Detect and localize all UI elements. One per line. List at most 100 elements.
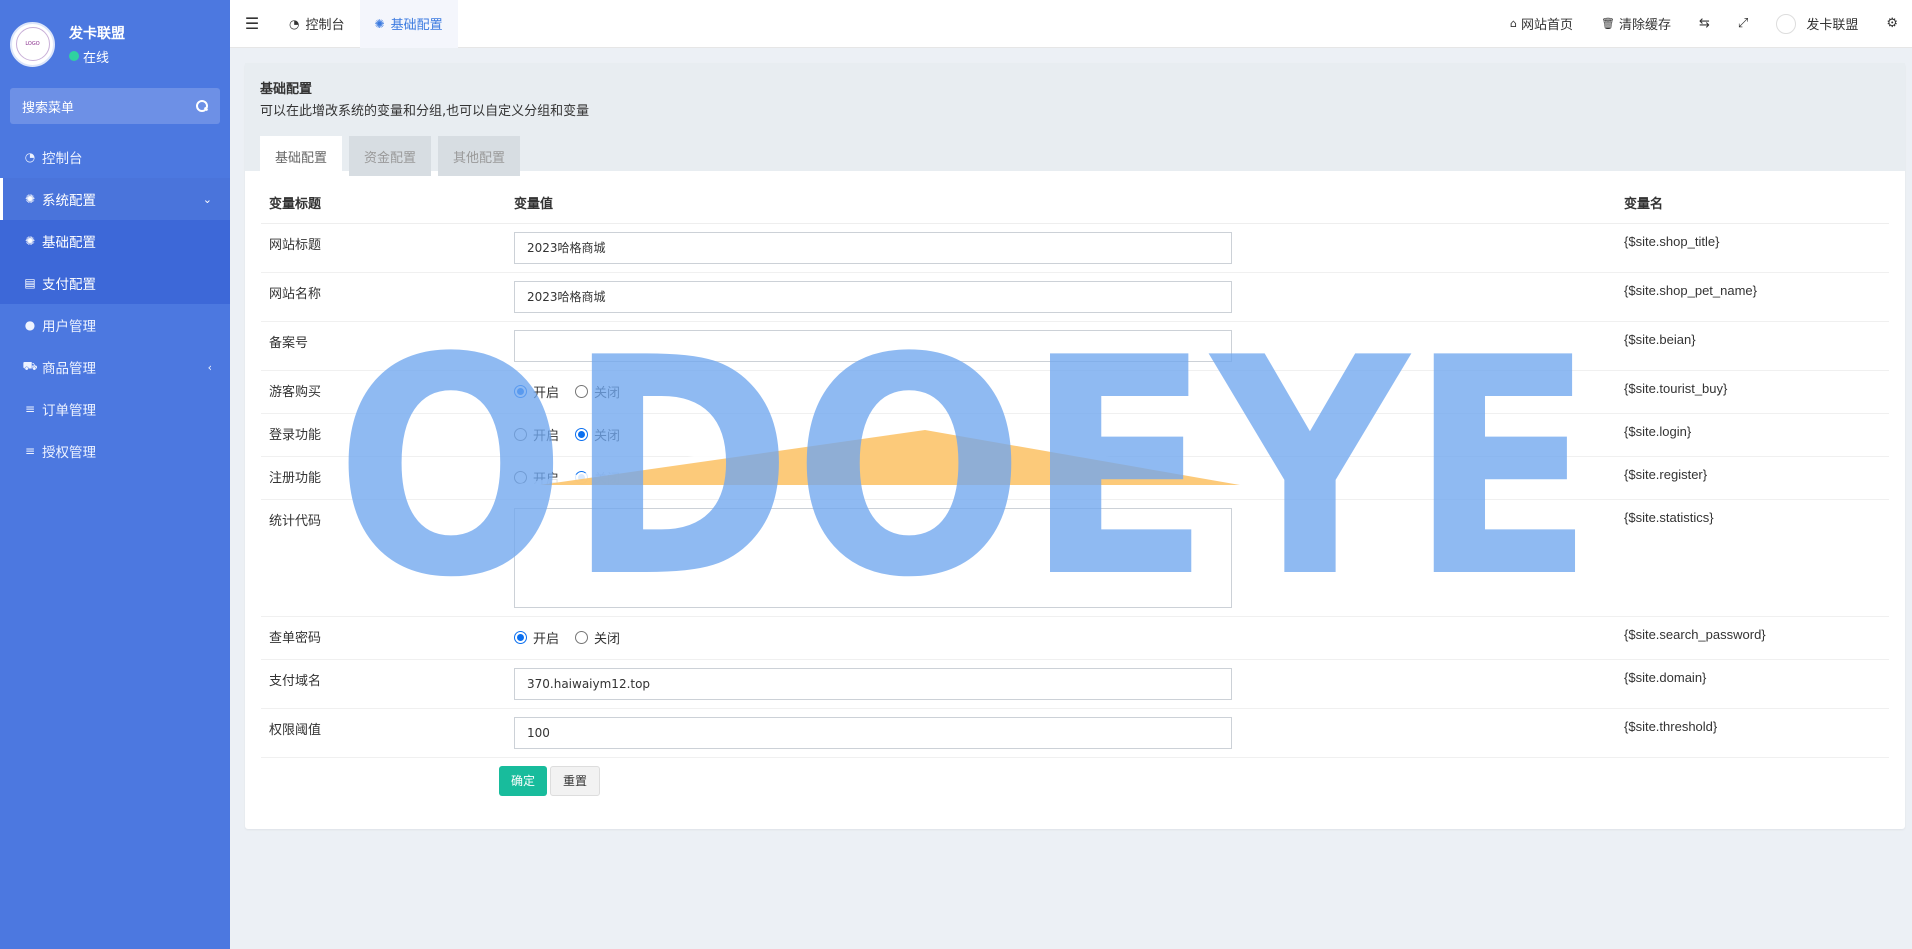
- tab-other[interactable]: 其他配置: [438, 136, 521, 176]
- user-name: 发卡联盟: [1806, 18, 1859, 33]
- status-text: 在线: [83, 50, 110, 66]
- topbar: ☰ ◔ 控制台 ✺ 基础配置 ⌂ 网站首页 🗑 清除缓存 ⇆ ⤢ 发卡联盟 ⚙: [230, 0, 1912, 48]
- tab-dashboard[interactable]: ◔ 控制台: [274, 0, 360, 48]
- row-value: 100: [506, 708, 1616, 758]
- menu-search[interactable]: 搜索菜单: [10, 88, 220, 124]
- radio-unchecked[interactable]: [575, 631, 589, 644]
- sidebar-item-system-config[interactable]: ✺ 系统配置 ⌄: [0, 178, 230, 220]
- table-row: 登录功能 开启 关闭 {$site.login}: [261, 413, 1889, 457]
- reset-button[interactable]: 重置: [550, 765, 601, 796]
- page-title: 基础配置: [260, 82, 313, 97]
- sidebar-item-users[interactable]: ● 用户管理: [0, 304, 230, 346]
- tab-basic[interactable]: 基础配置: [260, 136, 343, 176]
- row-var: {$site.login}: [1616, 413, 1889, 457]
- radio-checked[interactable]: [514, 385, 527, 398]
- tab-label: 控制台: [305, 18, 345, 33]
- radio-option[interactable]: 关闭: [575, 425, 620, 444]
- table-row: 网站名称 2023哈格商城 {$site.shop_pet_name}: [261, 272, 1889, 322]
- submenu: ✺ 基础配置 ▤ 支付配置: [0, 220, 230, 304]
- shop-name-input[interactable]: 2023哈格商城: [514, 280, 1232, 313]
- row-value: 开启 关闭: [506, 413, 1616, 457]
- row-label: 登录功能: [261, 413, 506, 457]
- row-var: {$site.beian}: [1616, 321, 1889, 371]
- settings-icon[interactable]: ⚙: [1872, 16, 1912, 31]
- sidebar-item-basic-config[interactable]: ✺ 基础配置: [0, 220, 230, 262]
- row-label: 权限阈值: [261, 708, 506, 758]
- gear-icon: ✺: [24, 192, 36, 206]
- table-header: 变量标题 变量值 变量名: [261, 183, 1889, 224]
- fullscreen-icon[interactable]: ⤢: [1724, 16, 1762, 31]
- radio-label: 开启: [533, 632, 560, 647]
- radio-option[interactable]: 关闭: [575, 382, 620, 401]
- radio-checked[interactable]: [575, 428, 589, 441]
- row-label: 游客购买: [261, 370, 506, 414]
- row-value: 370.haiwaiym12.top: [506, 659, 1616, 709]
- radio-unchecked[interactable]: [514, 428, 527, 441]
- user-menu[interactable]: 发卡联盟: [1762, 13, 1872, 34]
- radio-label: 关闭: [594, 386, 621, 401]
- shop-title-input[interactable]: 2023哈格商城: [514, 231, 1232, 264]
- sidebar-item-dashboard[interactable]: ◔ 控制台: [0, 136, 230, 178]
- home-link[interactable]: ⌂ 网站首页: [1496, 14, 1587, 33]
- search-icon[interactable]: [196, 100, 208, 112]
- row-value: 2023哈格商城: [506, 272, 1616, 322]
- table-row: 备案号 {$site.beian}: [261, 321, 1889, 371]
- tab-basic-config[interactable]: ✺ 基础配置: [359, 0, 458, 48]
- table-row: 支付域名 370.haiwaiym12.top {$site.domain}: [261, 659, 1889, 709]
- user-name: 发卡联盟: [69, 25, 125, 42]
- menu-toggle-icon[interactable]: ☰: [230, 0, 274, 48]
- column-header: 变量名: [1616, 183, 1889, 224]
- radio-unchecked[interactable]: [514, 471, 527, 484]
- sidebar-item-label: 控制台: [42, 151, 83, 167]
- sidebar-item-label: 授权管理: [42, 445, 96, 461]
- radio-option[interactable]: 开启: [514, 628, 559, 647]
- radio-option[interactable]: 关闭: [575, 468, 620, 487]
- panel-heading: 基础配置 可以在此增改系统的变量和分组,也可以自定义分组和变量 基础配置 资金配…: [245, 63, 1905, 176]
- radio-label: 关闭: [594, 632, 621, 647]
- row-value: 开启 关闭: [506, 616, 1616, 660]
- radio-label: 开启: [533, 386, 560, 401]
- row-label: 备案号: [261, 321, 506, 371]
- list-icon: ≡: [24, 444, 36, 458]
- table-row: 网站标题 2023哈格商城 {$site.shop_title}: [261, 223, 1889, 273]
- clear-cache-label: 清除缓存: [1619, 18, 1672, 33]
- user-panel: LOGO 发卡联盟 在线: [0, 0, 230, 88]
- sidebar-item-orders[interactable]: ≡ 订单管理: [0, 388, 230, 430]
- row-label: 注册功能: [261, 456, 506, 500]
- sidebar-item-products[interactable]: ⛟ 商品管理 ‹: [0, 346, 230, 388]
- beian-input[interactable]: [514, 329, 1232, 362]
- submit-button[interactable]: 确定: [499, 765, 548, 796]
- column-header: 变量值: [506, 183, 1616, 224]
- threshold-input[interactable]: 100: [514, 716, 1232, 749]
- list-icon: ≡: [24, 402, 36, 416]
- search-input[interactable]: 搜索菜单: [22, 97, 74, 116]
- sidebar-item-payment-config[interactable]: ▤ 支付配置: [0, 262, 230, 304]
- radio-option[interactable]: 开启: [514, 382, 559, 401]
- row-label: 网站名称: [261, 272, 506, 322]
- row-value: [506, 321, 1616, 371]
- radio-label: 关闭: [594, 429, 621, 444]
- radio-group: 开启 关闭: [514, 422, 1608, 448]
- main-panel: 基础配置 可以在此增改系统的变量和分组,也可以自定义分组和变量 基础配置 资金配…: [245, 63, 1905, 829]
- radio-unchecked[interactable]: [575, 385, 589, 398]
- radio-option[interactable]: 开启: [514, 425, 559, 444]
- tab-funds[interactable]: 资金配置: [349, 136, 432, 176]
- trash-icon: 🗑: [1601, 17, 1615, 30]
- row-var: {$site.domain}: [1616, 659, 1889, 709]
- statistics-textarea[interactable]: [514, 507, 1232, 608]
- sidebar-item-license[interactable]: ≡ 授权管理: [0, 430, 230, 472]
- radio-checked[interactable]: [575, 471, 589, 484]
- row-var: {$site.statistics}: [1616, 499, 1889, 617]
- domain-input[interactable]: 370.haiwaiym12.top: [514, 667, 1232, 700]
- radio-checked[interactable]: [514, 631, 527, 644]
- radio-option[interactable]: 关闭: [575, 628, 620, 647]
- radio-label: 开启: [533, 429, 560, 444]
- clear-cache-button[interactable]: 🗑 清除缓存: [1587, 14, 1685, 33]
- radio-option[interactable]: 开启: [514, 468, 559, 487]
- row-label: 统计代码: [261, 499, 506, 617]
- row-var: {$site.tourist_buy}: [1616, 370, 1889, 414]
- radio-group: 开启 关闭: [514, 465, 1608, 491]
- language-icon[interactable]: ⇆: [1685, 16, 1724, 31]
- radio-label: 开启: [533, 472, 560, 487]
- sidebar-item-label: 支付配置: [42, 277, 96, 293]
